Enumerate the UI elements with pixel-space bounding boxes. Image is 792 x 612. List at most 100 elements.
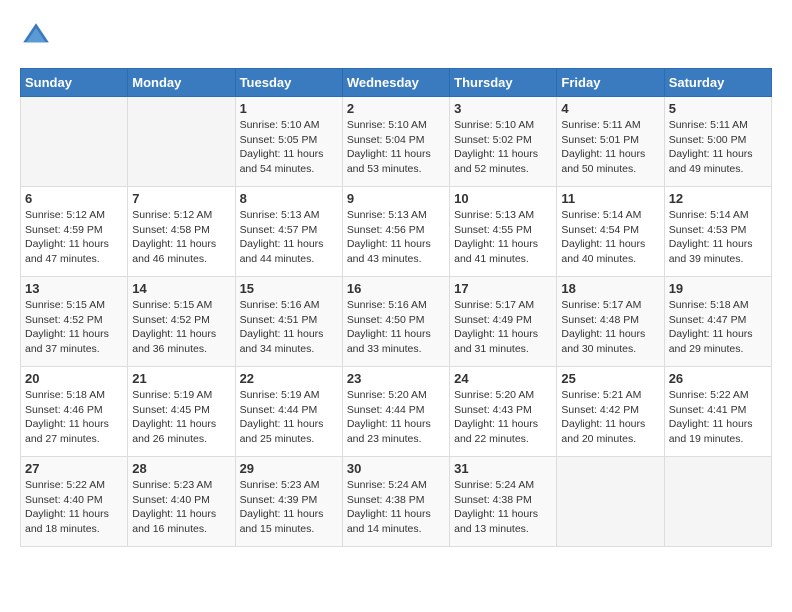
day-number: 30 — [347, 461, 445, 476]
day-info: Sunrise: 5:17 AM Sunset: 4:49 PM Dayligh… — [454, 298, 552, 357]
day-number: 12 — [669, 191, 767, 206]
day-info: Sunrise: 5:24 AM Sunset: 4:38 PM Dayligh… — [347, 478, 445, 537]
day-number: 3 — [454, 101, 552, 116]
day-number: 26 — [669, 371, 767, 386]
calendar-cell: 21 Sunrise: 5:19 AM Sunset: 4:45 PM Dayli… — [128, 367, 235, 457]
day-number: 27 — [25, 461, 123, 476]
calendar-cell: 31 Sunrise: 5:24 AM Sunset: 4:38 PM Dayli… — [450, 457, 557, 547]
calendar-cell: 14 Sunrise: 5:15 AM Sunset: 4:52 PM Dayli… — [128, 277, 235, 367]
day-number: 23 — [347, 371, 445, 386]
calendar-cell: 20 Sunrise: 5:18 AM Sunset: 4:46 PM Dayli… — [21, 367, 128, 457]
day-number: 21 — [132, 371, 230, 386]
calendar-cell: 29Sunrise: 5:23 AM Sunset: 4:39 PM Dayli… — [235, 457, 342, 547]
calendar-cell: 8 Sunrise: 5:13 AM Sunset: 4:57 PM Daylig… — [235, 187, 342, 277]
calendar-cell: 2 Sunrise: 5:10 AM Sunset: 5:04 PM Daylig… — [342, 97, 449, 187]
day-info: Sunrise: 5:13 AM Sunset: 4:56 PM Dayligh… — [347, 208, 445, 267]
calendar-cell: 23 Sunrise: 5:20 AM Sunset: 4:44 PM Dayli… — [342, 367, 449, 457]
calendar-week-row: 20 Sunrise: 5:18 AM Sunset: 4:46 PM Dayli… — [21, 367, 772, 457]
day-info: Sunrise: 5:14 AM Sunset: 4:54 PM Dayligh… — [561, 208, 659, 267]
calendar-week-row: 27 Sunrise: 5:22 AM Sunset: 4:40 PM Dayli… — [21, 457, 772, 547]
day-info: Sunrise: 5:16 AM Sunset: 4:51 PM Dayligh… — [240, 298, 338, 357]
day-info: Sunrise: 5:24 AM Sunset: 4:38 PM Dayligh… — [454, 478, 552, 537]
day-info: Sunrise: 5:18 AM Sunset: 4:46 PM Dayligh… — [25, 388, 123, 447]
day-number: 22 — [240, 371, 338, 386]
day-info: Sunrise: 5:20 AM Sunset: 4:44 PM Dayligh… — [347, 388, 445, 447]
day-info: Sunrise: 5:10 AM Sunset: 5:05 PM Dayligh… — [240, 118, 338, 177]
day-info: Sunrise: 5:12 AM Sunset: 4:58 PM Dayligh… — [132, 208, 230, 267]
day-info: Sunrise: 5:23 AM Sunset: 4:40 PM Dayligh… — [132, 478, 230, 537]
day-info: Sunrise: 5:15 AM Sunset: 4:52 PM Dayligh… — [132, 298, 230, 357]
day-number: 31 — [454, 461, 552, 476]
day-info: Sunrise: 5:12 AM Sunset: 4:59 PM Dayligh… — [25, 208, 123, 267]
calendar-cell: 11 Sunrise: 5:14 AM Sunset: 4:54 PM Dayli… — [557, 187, 664, 277]
weekday-header: Monday — [128, 69, 235, 97]
calendar-cell: 27 Sunrise: 5:22 AM Sunset: 4:40 PM Dayli… — [21, 457, 128, 547]
day-info: Sunrise: 5:16 AM Sunset: 4:50 PM Dayligh… — [347, 298, 445, 357]
day-number: 4 — [561, 101, 659, 116]
day-info: Sunrise: 5:21 AM Sunset: 4:42 PM Dayligh… — [561, 388, 659, 447]
day-number: 15 — [240, 281, 338, 296]
calendar-cell — [21, 97, 128, 187]
calendar-cell — [128, 97, 235, 187]
day-number: 20 — [25, 371, 123, 386]
calendar-cell: 6 Sunrise: 5:12 AM Sunset: 4:59 PM Daylig… — [21, 187, 128, 277]
day-number: 2 — [347, 101, 445, 116]
calendar-cell: 4Sunrise: 5:11 AM Sunset: 5:01 PM Daylig… — [557, 97, 664, 187]
day-info: Sunrise: 5:15 AM Sunset: 4:52 PM Dayligh… — [25, 298, 123, 357]
weekday-header: Sunday — [21, 69, 128, 97]
calendar-cell: 28 Sunrise: 5:23 AM Sunset: 4:40 PM Dayli… — [128, 457, 235, 547]
calendar-cell: 18Sunrise: 5:17 AM Sunset: 4:48 PM Dayli… — [557, 277, 664, 367]
calendar-week-row: 1 Sunrise: 5:10 AM Sunset: 5:05 PM Daylig… — [21, 97, 772, 187]
logo-icon — [20, 20, 52, 52]
day-info: Sunrise: 5:22 AM Sunset: 4:40 PM Dayligh… — [25, 478, 123, 537]
day-info: Sunrise: 5:19 AM Sunset: 4:44 PM Dayligh… — [240, 388, 338, 447]
day-number: 1 — [240, 101, 338, 116]
day-number: 28 — [132, 461, 230, 476]
weekday-header: Saturday — [664, 69, 771, 97]
calendar-cell: 10 Sunrise: 5:13 AM Sunset: 4:55 PM Dayli… — [450, 187, 557, 277]
calendar-cell — [557, 457, 664, 547]
calendar-cell: 16 Sunrise: 5:16 AM Sunset: 4:50 PM Dayli… — [342, 277, 449, 367]
calendar-week-row: 6 Sunrise: 5:12 AM Sunset: 4:59 PM Daylig… — [21, 187, 772, 277]
day-number: 10 — [454, 191, 552, 206]
calendar-cell: 26Sunrise: 5:22 AM Sunset: 4:41 PM Dayli… — [664, 367, 771, 457]
calendar-cell — [664, 457, 771, 547]
day-info: Sunrise: 5:10 AM Sunset: 5:02 PM Dayligh… — [454, 118, 552, 177]
day-number: 24 — [454, 371, 552, 386]
day-number: 18 — [561, 281, 659, 296]
day-number: 8 — [240, 191, 338, 206]
calendar-cell: 5Sunrise: 5:11 AM Sunset: 5:00 PM Daylig… — [664, 97, 771, 187]
calendar-cell: 25 Sunrise: 5:21 AM Sunset: 4:42 PM Dayli… — [557, 367, 664, 457]
day-info: Sunrise: 5:23 AM Sunset: 4:39 PM Dayligh… — [240, 478, 338, 537]
day-info: Sunrise: 5:10 AM Sunset: 5:04 PM Dayligh… — [347, 118, 445, 177]
day-info: Sunrise: 5:13 AM Sunset: 4:57 PM Dayligh… — [240, 208, 338, 267]
logo — [20, 20, 56, 52]
day-info: Sunrise: 5:13 AM Sunset: 4:55 PM Dayligh… — [454, 208, 552, 267]
weekday-header-row: SundayMondayTuesdayWednesdayThursdayFrid… — [21, 69, 772, 97]
day-number: 14 — [132, 281, 230, 296]
calendar-cell: 13 Sunrise: 5:15 AM Sunset: 4:52 PM Dayli… — [21, 277, 128, 367]
calendar-cell: 15 Sunrise: 5:16 AM Sunset: 4:51 PM Dayli… — [235, 277, 342, 367]
day-info: Sunrise: 5:18 AM Sunset: 4:47 PM Dayligh… — [669, 298, 767, 357]
day-info: Sunrise: 5:20 AM Sunset: 4:43 PM Dayligh… — [454, 388, 552, 447]
calendar-cell: 30 Sunrise: 5:24 AM Sunset: 4:38 PM Dayli… — [342, 457, 449, 547]
calendar-cell: 3 Sunrise: 5:10 AM Sunset: 5:02 PM Daylig… — [450, 97, 557, 187]
calendar-cell: 19Sunrise: 5:18 AM Sunset: 4:47 PM Dayli… — [664, 277, 771, 367]
day-number: 6 — [25, 191, 123, 206]
day-number: 17 — [454, 281, 552, 296]
calendar-cell: 1 Sunrise: 5:10 AM Sunset: 5:05 PM Daylig… — [235, 97, 342, 187]
calendar-cell: 12 Sunrise: 5:14 AM Sunset: 4:53 PM Dayli… — [664, 187, 771, 277]
day-number: 5 — [669, 101, 767, 116]
day-info: Sunrise: 5:19 AM Sunset: 4:45 PM Dayligh… — [132, 388, 230, 447]
page-header — [20, 20, 772, 52]
calendar-cell: 24 Sunrise: 5:20 AM Sunset: 4:43 PM Dayli… — [450, 367, 557, 457]
day-number: 11 — [561, 191, 659, 206]
day-info: Sunrise: 5:14 AM Sunset: 4:53 PM Dayligh… — [669, 208, 767, 267]
day-number: 9 — [347, 191, 445, 206]
calendar-cell: 7 Sunrise: 5:12 AM Sunset: 4:58 PM Daylig… — [128, 187, 235, 277]
day-number: 13 — [25, 281, 123, 296]
day-number: 25 — [561, 371, 659, 386]
calendar-cell: 22 Sunrise: 5:19 AM Sunset: 4:44 PM Dayli… — [235, 367, 342, 457]
day-number: 16 — [347, 281, 445, 296]
day-number: 7 — [132, 191, 230, 206]
